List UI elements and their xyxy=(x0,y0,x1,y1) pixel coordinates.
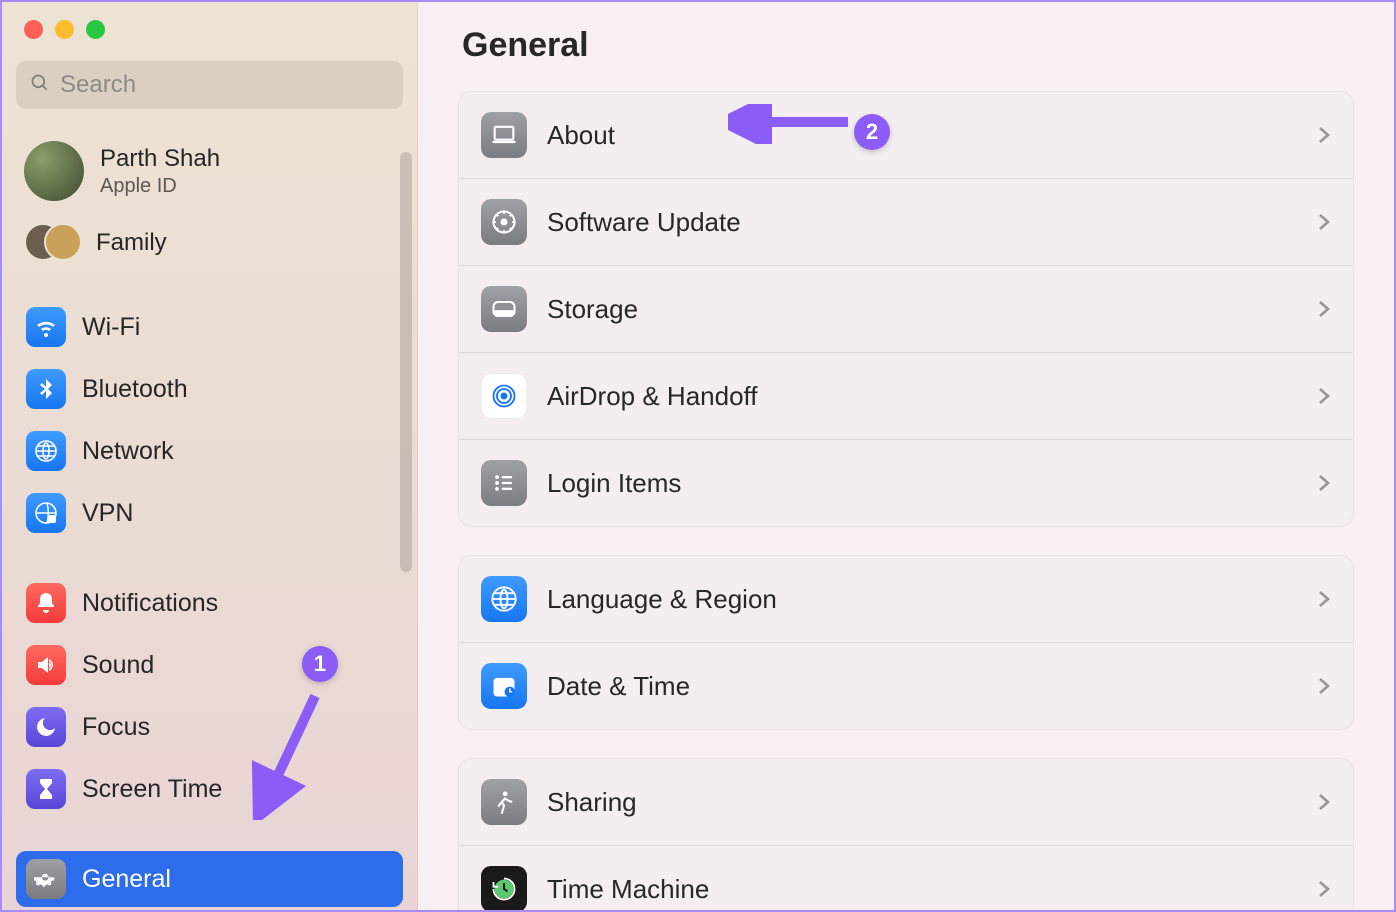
settings-panel: Sharing Time Machine xyxy=(458,758,1354,910)
chevron-right-icon xyxy=(1317,123,1331,147)
apple-id-row[interactable]: Parth Shah Apple ID xyxy=(16,135,403,207)
sidebar-item-wi-fi[interactable]: Wi-Fi xyxy=(16,299,403,355)
annotation-arrow-2 xyxy=(728,104,858,144)
chevron-right-icon xyxy=(1317,674,1331,698)
sidebar-item-label: Sound xyxy=(82,651,154,680)
family-avatars xyxy=(24,223,80,263)
panel-row-time-machine[interactable]: Time Machine xyxy=(459,846,1353,910)
moon-icon xyxy=(26,707,66,747)
family-row[interactable]: Family xyxy=(16,217,403,269)
content-area: 2 General About Software Update Storage Air… xyxy=(418,2,1394,910)
gear-tick-icon xyxy=(481,199,527,245)
sidebar-item-vpn[interactable]: VPN xyxy=(16,485,403,541)
walk-icon xyxy=(481,779,527,825)
sidebar-item-notifications[interactable]: Notifications xyxy=(16,575,403,631)
sidebar-item-label: Bluetooth xyxy=(82,375,188,404)
panel-row-software-update[interactable]: Software Update xyxy=(459,179,1353,266)
user-avatar xyxy=(24,141,84,201)
chevron-right-icon xyxy=(1317,210,1331,234)
sidebar-item-label: Notifications xyxy=(82,589,218,618)
clock-arrow-icon xyxy=(481,866,527,910)
sidebar-item-label: General xyxy=(82,865,171,894)
sidebar-item-general[interactable]: General xyxy=(16,851,403,907)
panel-row-label: Language & Region xyxy=(547,584,1297,615)
annotation-badge-2: 2 xyxy=(854,114,890,150)
panel-row-label: AirDrop & Handoff xyxy=(547,381,1297,412)
panel-row-label: Time Machine xyxy=(547,874,1297,905)
sidebar-list: Wi-Fi Bluetooth Network VPN Notifications Sou… xyxy=(2,279,417,907)
search-icon xyxy=(30,73,50,98)
wifi-icon xyxy=(26,307,66,347)
sidebar: Parth Shah Apple ID Family Wi-Fi Bluetoot… xyxy=(2,2,418,910)
list-icon xyxy=(481,460,527,506)
minimize-button[interactable] xyxy=(55,20,74,39)
family-label: Family xyxy=(96,229,167,257)
sidebar-item-focus[interactable]: Focus xyxy=(16,699,403,755)
panel-row-login-items[interactable]: Login Items xyxy=(459,440,1353,526)
annotation-arrow-1 xyxy=(250,690,340,820)
sidebar-item-label: Wi-Fi xyxy=(82,313,140,342)
sidebar-item-network[interactable]: Network xyxy=(16,423,403,479)
chevron-right-icon xyxy=(1317,790,1331,814)
account-section: Parth Shah Apple ID Family xyxy=(2,115,417,279)
speaker-icon xyxy=(26,645,66,685)
calendar-icon xyxy=(481,663,527,709)
panel-row-airdrop-handoff[interactable]: AirDrop & Handoff xyxy=(459,353,1353,440)
page-title: General xyxy=(462,26,1354,65)
bluetooth-icon xyxy=(26,369,66,409)
chevron-right-icon xyxy=(1317,384,1331,408)
sidebar-item-label: Network xyxy=(82,437,174,466)
sidebar-item-label: Screen Time xyxy=(82,775,222,804)
settings-panel: About Software Update Storage AirDrop & Han… xyxy=(458,91,1354,527)
panel-row-sharing[interactable]: Sharing xyxy=(459,759,1353,846)
sidebar-item-sound[interactable]: Sound xyxy=(16,637,403,693)
chevron-right-icon xyxy=(1317,587,1331,611)
sidebar-item-label: Focus xyxy=(82,713,150,742)
sidebar-item-screen-time[interactable]: Screen Time xyxy=(16,761,403,817)
search-input[interactable] xyxy=(60,71,389,99)
bell-icon xyxy=(26,583,66,623)
globe-icon xyxy=(481,576,527,622)
panel-row-about[interactable]: About xyxy=(459,92,1353,179)
chevron-right-icon xyxy=(1317,471,1331,495)
hourglass-icon xyxy=(26,769,66,809)
gear-icon xyxy=(26,859,66,899)
window-controls xyxy=(2,20,417,39)
panel-row-label: Storage xyxy=(547,294,1297,325)
user-name: Parth Shah xyxy=(100,145,220,173)
annotation-badge-1: 1 xyxy=(302,646,338,682)
search-box[interactable] xyxy=(16,61,403,109)
zoom-button[interactable] xyxy=(86,20,105,39)
disk-icon xyxy=(481,286,527,332)
sidebar-item-bluetooth[interactable]: Bluetooth xyxy=(16,361,403,417)
airdrop-icon xyxy=(481,373,527,419)
apple-id-label: Apple ID xyxy=(100,175,220,198)
sidebar-scrollbar[interactable] xyxy=(400,152,412,572)
panel-row-date-time[interactable]: Date & Time xyxy=(459,643,1353,729)
vpn-icon xyxy=(26,493,66,533)
settings-panel: Language & Region Date & Time xyxy=(458,555,1354,730)
close-button[interactable] xyxy=(24,20,43,39)
panel-row-label: Sharing xyxy=(547,787,1297,818)
globe-icon xyxy=(26,431,66,471)
search-container xyxy=(2,39,417,115)
sidebar-item-label: VPN xyxy=(82,499,133,528)
laptop-icon xyxy=(481,112,527,158)
panel-row-language-region[interactable]: Language & Region xyxy=(459,556,1353,643)
panel-row-label: Date & Time xyxy=(547,671,1297,702)
panel-row-label: About xyxy=(547,120,1297,151)
panel-row-storage[interactable]: Storage xyxy=(459,266,1353,353)
panel-row-label: Software Update xyxy=(547,207,1297,238)
chevron-right-icon xyxy=(1317,297,1331,321)
panel-row-label: Login Items xyxy=(547,468,1297,499)
chevron-right-icon xyxy=(1317,877,1331,901)
